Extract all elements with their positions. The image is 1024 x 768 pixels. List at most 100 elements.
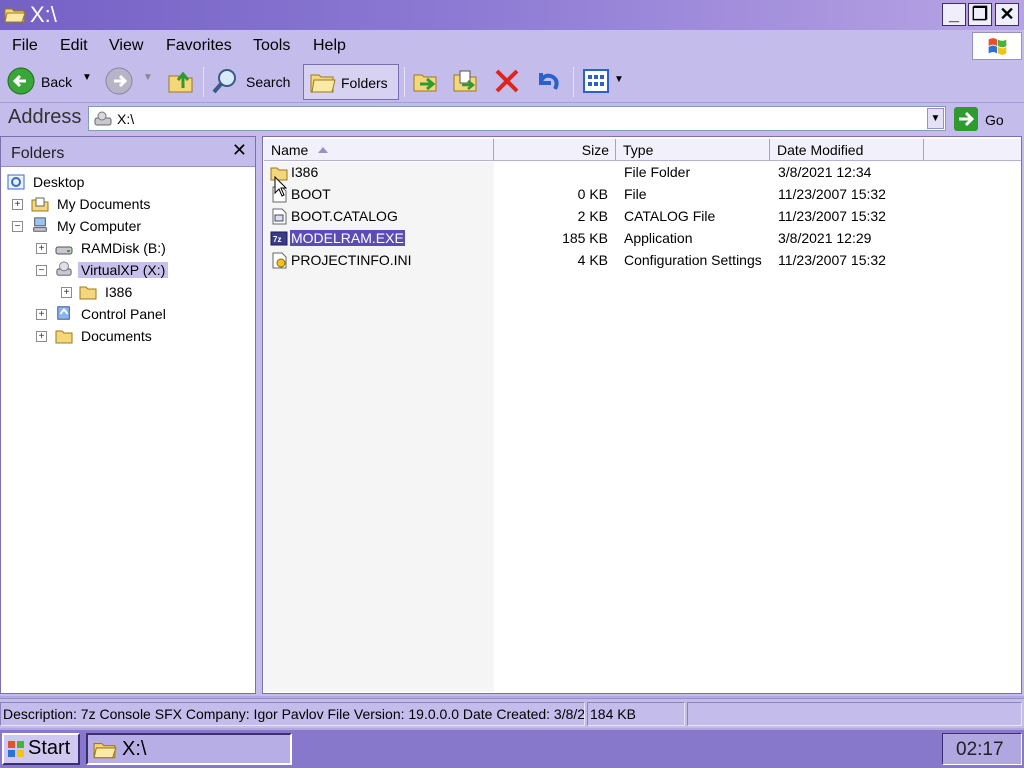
start-button[interactable]: Start [2,733,80,765]
expand-toggle[interactable]: + [36,309,47,320]
file-name: BOOT.CATALOG [291,208,398,224]
tree-label: My Computer [57,218,142,234]
toolbar: Back ▼ ▼ Search Folders ▼ [0,62,1024,102]
expand-toggle[interactable]: + [61,287,72,298]
folders-label: Folders [341,75,388,91]
column-label: Date Modified [777,142,864,158]
column-header-name[interactable]: Name [264,139,494,161]
back-label[interactable]: Back [41,74,72,90]
control-panel-icon [57,306,70,320]
my-documents-icon [31,197,49,212]
tree-label: RAMDisk (B:) [81,240,166,256]
forward-arrow-icon[interactable] [104,66,134,96]
menu-edit[interactable]: Edit [60,37,88,55]
start-label: Start [28,737,71,759]
list-item[interactable]: BOOT 0 KB File 11/23/2007 15:32 [264,184,1021,206]
tree-item-desktop[interactable]: Desktop [5,173,245,193]
file-type: File Folder [624,164,691,180]
tree-label: My Documents [57,196,151,212]
column-header-date-modified[interactable]: Date Modified [770,139,924,161]
file-date-modified: 3/8/2021 12:29 [778,230,872,246]
my-computer-icon [33,217,47,232]
file-size: 2 KB [577,208,608,224]
drive-icon [56,261,72,276]
expand-toggle[interactable]: + [12,199,23,210]
menu-view[interactable]: View [109,37,143,55]
views-icon[interactable] [582,68,610,94]
drive-icon [55,246,73,255]
file-type: File [624,186,647,202]
file-date-modified: 11/23/2007 15:32 [778,252,886,268]
back-arrow-icon[interactable] [6,66,36,96]
menu-favorites[interactable]: Favorites [166,37,232,55]
menu-file[interactable]: File [12,37,38,55]
close-button[interactable]: ✕ [995,3,1019,26]
tree-label: I386 [105,284,133,300]
folders-button[interactable]: Folders [303,64,399,100]
sort-ascending-icon [318,147,328,153]
collapse-toggle[interactable]: − [36,265,47,276]
delete-icon[interactable] [493,67,521,95]
file-list-pane: Name Size Type Date Modified I386 File F… [262,136,1022,694]
system-clock[interactable]: 02:17 [942,733,1022,765]
forward-dropdown-icon[interactable]: ▼ [143,72,153,83]
column-label: Name [271,142,309,158]
file-name: BOOT [291,186,331,202]
list-item-selected[interactable]: 7z MODELRAM.EXE 185 KB Application 3/8/2… [264,228,1021,250]
tree-item-my-documents[interactable]: + My Documents [11,195,251,215]
workspace: Folders ✕ Desktop + My Documents − My Co… [0,134,1024,696]
file-date-modified: 3/8/2021 12:34 [778,164,872,180]
menu-tools[interactable]: Tools [253,37,290,55]
status-size: 184 KB [587,702,685,726]
folders-icon [310,74,336,93]
back-dropdown-icon[interactable]: ▼ [82,72,92,83]
move-to-icon[interactable] [412,67,440,95]
address-value: X:\ [117,111,135,127]
ini-file-icon [272,252,287,269]
address-bar: Address X:\ ▼ Go [0,102,1024,134]
status-description: Description: 7z Console SFX Company: Igo… [0,702,585,726]
views-dropdown-icon[interactable]: ▼ [614,74,624,85]
open-folder-icon [93,743,117,759]
column-header-size[interactable]: Size [494,139,616,161]
address-label: Address [8,106,82,128]
list-item[interactable]: PROJECTINFO.INI 4 KB Configuration Setti… [264,250,1021,272]
tree-item-control-panel[interactable]: + Control Panel [35,305,251,325]
search-icon[interactable] [210,66,240,96]
taskbar-window-label: X:\ [122,738,147,760]
svg-text:7z: 7z [273,235,281,244]
copy-to-icon[interactable] [452,67,480,95]
address-input[interactable]: X:\ ▼ [88,106,946,131]
tree-item-virtualxp[interactable]: − VirtualXP (X:) [35,261,251,281]
file-name: I386 [291,164,319,180]
file-name: MODELRAM.EXE [290,230,405,246]
maximize-button[interactable]: ❐ [968,3,992,26]
search-label[interactable]: Search [246,74,290,90]
tree-item-documents[interactable]: + Documents [35,327,251,347]
windows-flag-icon [8,741,24,757]
list-item[interactable]: I386 File Folder 3/8/2021 12:34 [264,162,1021,184]
tree-item-i386[interactable]: + I386 [59,283,251,303]
up-folder-icon[interactable] [166,66,196,96]
tree-item-ramdisk[interactable]: + RAMDisk (B:) [35,239,251,259]
taskbar: Start X:\ 02:17 [0,730,1024,768]
tree-item-my-computer[interactable]: − My Computer [11,217,251,237]
expand-toggle[interactable]: + [36,243,47,254]
file-type: Application [624,230,693,246]
undo-icon[interactable] [533,67,561,95]
collapse-toggle[interactable]: − [12,221,23,232]
tree-label: Control Panel [81,306,166,322]
list-item[interactable]: BOOT.CATALOG 2 KB CATALOG File 11/23/200… [264,206,1021,228]
go-button[interactable]: Go [985,112,1004,128]
column-header-type[interactable]: Type [616,139,770,161]
file-size: 4 KB [577,252,608,268]
title-bar[interactable]: X:\ _ ❐ ✕ [0,0,1024,30]
minimize-button[interactable]: _ [942,3,966,26]
folders-pane-close-button[interactable]: ✕ [232,140,247,161]
taskbar-window-button[interactable]: X:\ [86,733,292,765]
go-arrow-icon[interactable] [954,107,978,131]
menu-help[interactable]: Help [313,37,346,55]
address-dropdown-icon[interactable]: ▼ [927,108,944,129]
clock-time: 02:17 [956,739,1004,760]
expand-toggle[interactable]: + [36,331,47,342]
